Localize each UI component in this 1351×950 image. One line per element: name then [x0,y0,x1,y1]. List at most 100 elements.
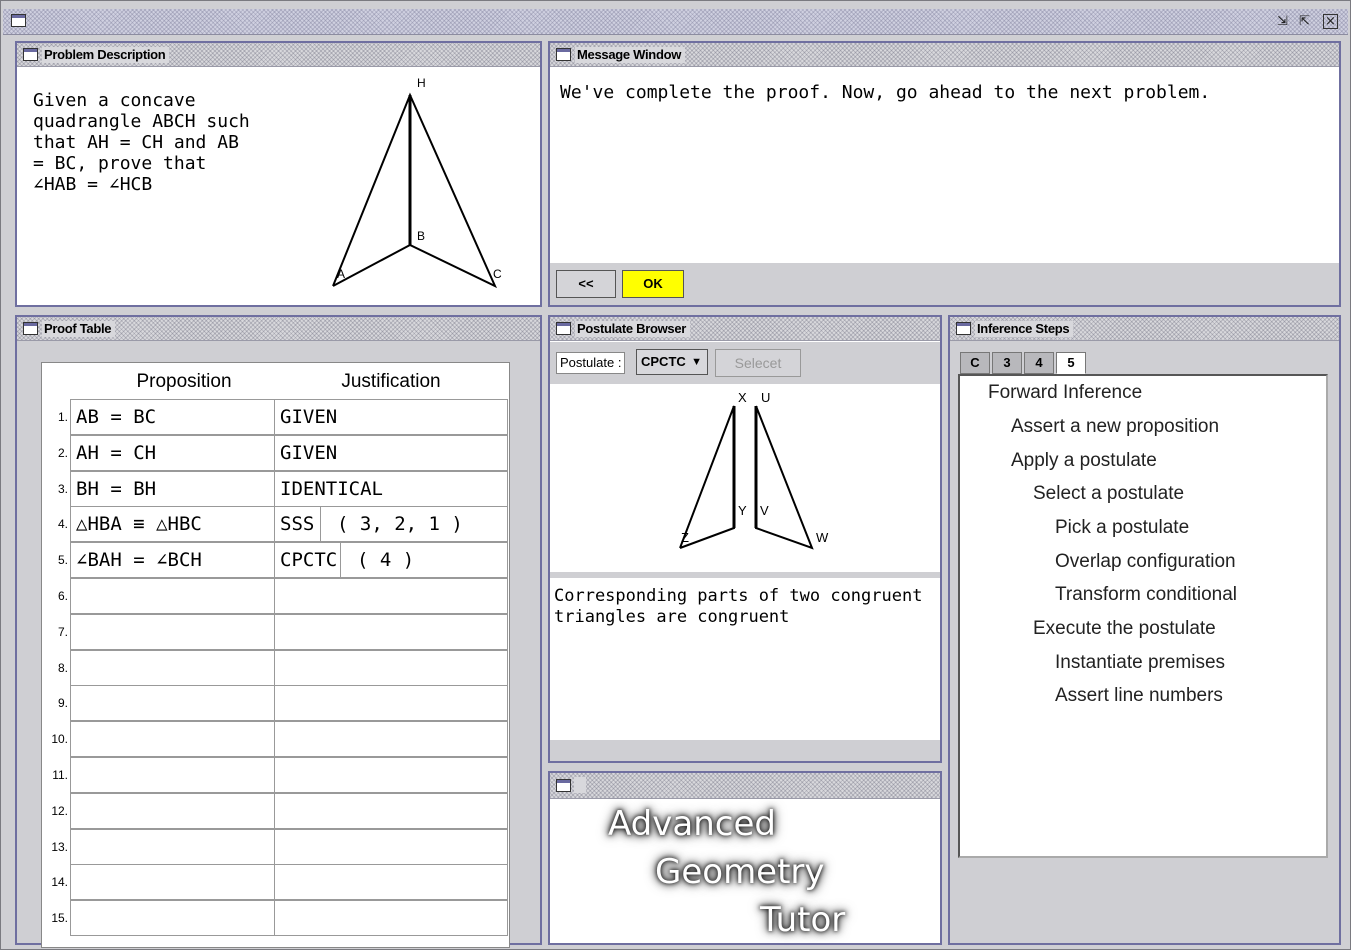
postulate-figure: X U Y V Z W [679,390,829,550]
vertex-label-h: H [417,76,426,90]
row-number: 13. [51,839,68,854]
logo-titlebar [550,773,940,799]
table-row: 8. [42,649,510,686]
proposition-cell[interactable] [70,900,275,937]
inference-tree: Forward Inference Assert a new propositi… [958,374,1328,858]
panel-title: Message Window [575,47,686,63]
ok-button[interactable]: OK [622,270,684,298]
justification-cell[interactable] [274,757,508,793]
table-row: 13. [42,828,510,865]
inference-item[interactable]: Forward Inference [988,382,1142,404]
row-number: 11. [52,768,68,782]
table-row: 7. [42,613,510,650]
panel-icon [556,322,571,335]
justification-cell[interactable] [274,649,508,686]
justification-cell[interactable]: SSS [274,506,321,543]
message-window-titlebar: Message Window [550,43,1339,67]
justification-cell[interactable] [274,685,508,722]
inference-item[interactable]: Select a postulate [1033,483,1184,505]
vertex-label-w: W [816,530,829,545]
panel-title: Proof Table [42,321,116,337]
proof-table-panel: Proof Table Proposition Justification 1.… [15,315,542,948]
window-menu-icon[interactable] [11,14,26,27]
problem-description-titlebar: Problem Description [17,43,540,67]
main-window: ⇲ ⇱ × Problem Description Given a concav… [0,0,1351,950]
vertex-label-a: A [337,267,345,281]
row-number: 15. [51,911,68,926]
row-number: 8. [57,660,68,675]
tab-4[interactable]: 4 [1024,352,1054,374]
select-postulate-button[interactable]: Selecet [715,349,801,377]
justification-cell[interactable] [274,613,508,650]
inference-item[interactable]: Apply a postulate [1011,450,1157,472]
proposition-cell[interactable] [70,578,275,614]
proposition-cell[interactable]: △HBA ≡ △HBC [70,506,275,543]
vertex-label-z: Z [681,530,689,545]
inference-item[interactable]: Overlap configuration [1055,551,1236,573]
vertex-label-c: C [493,267,502,281]
proposition-cell[interactable] [70,757,275,793]
proposition-cell[interactable] [70,613,275,650]
justification-cell[interactable] [274,864,508,901]
inference-item[interactable]: Execute the postulate [1033,618,1216,640]
row-number: 4. [57,517,68,532]
proposition-cell[interactable] [70,792,275,829]
table-row: 11. [42,757,510,793]
logo-panel: Advanced Geometry Tutor [548,771,942,945]
justification-cell[interactable] [274,721,508,758]
back-button[interactable]: << [556,270,616,298]
justification-cell[interactable] [274,578,508,614]
vertex-label-b: B [417,229,425,243]
table-row: 5. ∠BAH = ∠BCH CPCTC( 4 ) [42,542,510,579]
proposition-cell[interactable] [70,649,275,686]
justification-cell[interactable]: IDENTICAL [274,470,508,507]
logo-geometry: Geometry [655,852,825,892]
proposition-cell[interactable] [70,828,275,865]
table-row: 1. AB = BC GIVEN [42,399,510,435]
justification-cell[interactable] [274,828,508,865]
proposition-cell[interactable] [70,721,275,758]
justification-cell[interactable]: GIVEN [274,434,508,471]
close-icon[interactable]: × [1323,14,1338,29]
proposition-cell[interactable]: BH = BH [70,470,275,507]
inference-item[interactable]: Assert line numbers [1055,685,1223,707]
proposition-cell[interactable]: AH = CH [70,434,275,471]
premise-lines-cell[interactable]: ( 4 ) [340,542,508,579]
inference-item[interactable]: Transform conditional [1055,584,1237,606]
vertex-label-y: Y [738,503,747,518]
postulate-description-area: Corresponding parts of two congruent tri… [550,578,940,740]
proposition-cell[interactable]: ∠BAH = ∠BCH [70,542,275,579]
proposition-cell[interactable] [70,685,275,722]
justification-cell[interactable]: GIVEN [274,399,508,435]
tab-c[interactable]: C [960,352,990,374]
tab-3[interactable]: 3 [992,352,1022,374]
row-number: 6. [57,589,68,603]
maximize-icon[interactable]: ⇱ [1297,14,1312,29]
proposition-cell[interactable] [70,864,275,901]
problem-description-panel: Problem Description Given a concave quad… [15,41,542,307]
problem-statement: Given a concave quadrangle ABCH such tha… [33,90,250,195]
minimize-icon[interactable]: ⇲ [1275,14,1290,29]
justification-cell[interactable] [274,900,508,937]
inference-item[interactable]: Instantiate premises [1055,652,1225,674]
inference-item[interactable]: Assert a new proposition [1011,416,1219,438]
proposition-cell[interactable]: AB = BC [70,399,275,435]
main-window-titlebar[interactable]: ⇲ ⇱ × [3,9,1348,35]
proof-table-titlebar: Proof Table [17,317,540,341]
inference-item[interactable]: Pick a postulate [1055,517,1189,539]
table-row: 9. [42,685,510,722]
justification-cell[interactable] [274,792,508,829]
postulate-select[interactable]: CPCTC ▼ [636,349,708,375]
table-row: 6. [42,578,510,614]
table-row: 3. BH = BH IDENTICAL [42,470,510,507]
panel-icon [23,322,38,335]
table-row: 15. [42,900,510,937]
vertex-label-u: U [761,390,770,405]
justification-cell[interactable]: CPCTC [274,542,341,579]
tab-5[interactable]: 5 [1056,352,1086,374]
premise-lines-cell[interactable]: ( 3, 2, 1 ) [320,506,508,543]
table-row: 4. △HBA ≡ △HBC SSS( 3, 2, 1 ) [42,506,510,543]
justification-header: Justification [341,371,441,392]
message-button-bar: << OK [550,263,1339,305]
table-row: 10. [42,721,510,758]
